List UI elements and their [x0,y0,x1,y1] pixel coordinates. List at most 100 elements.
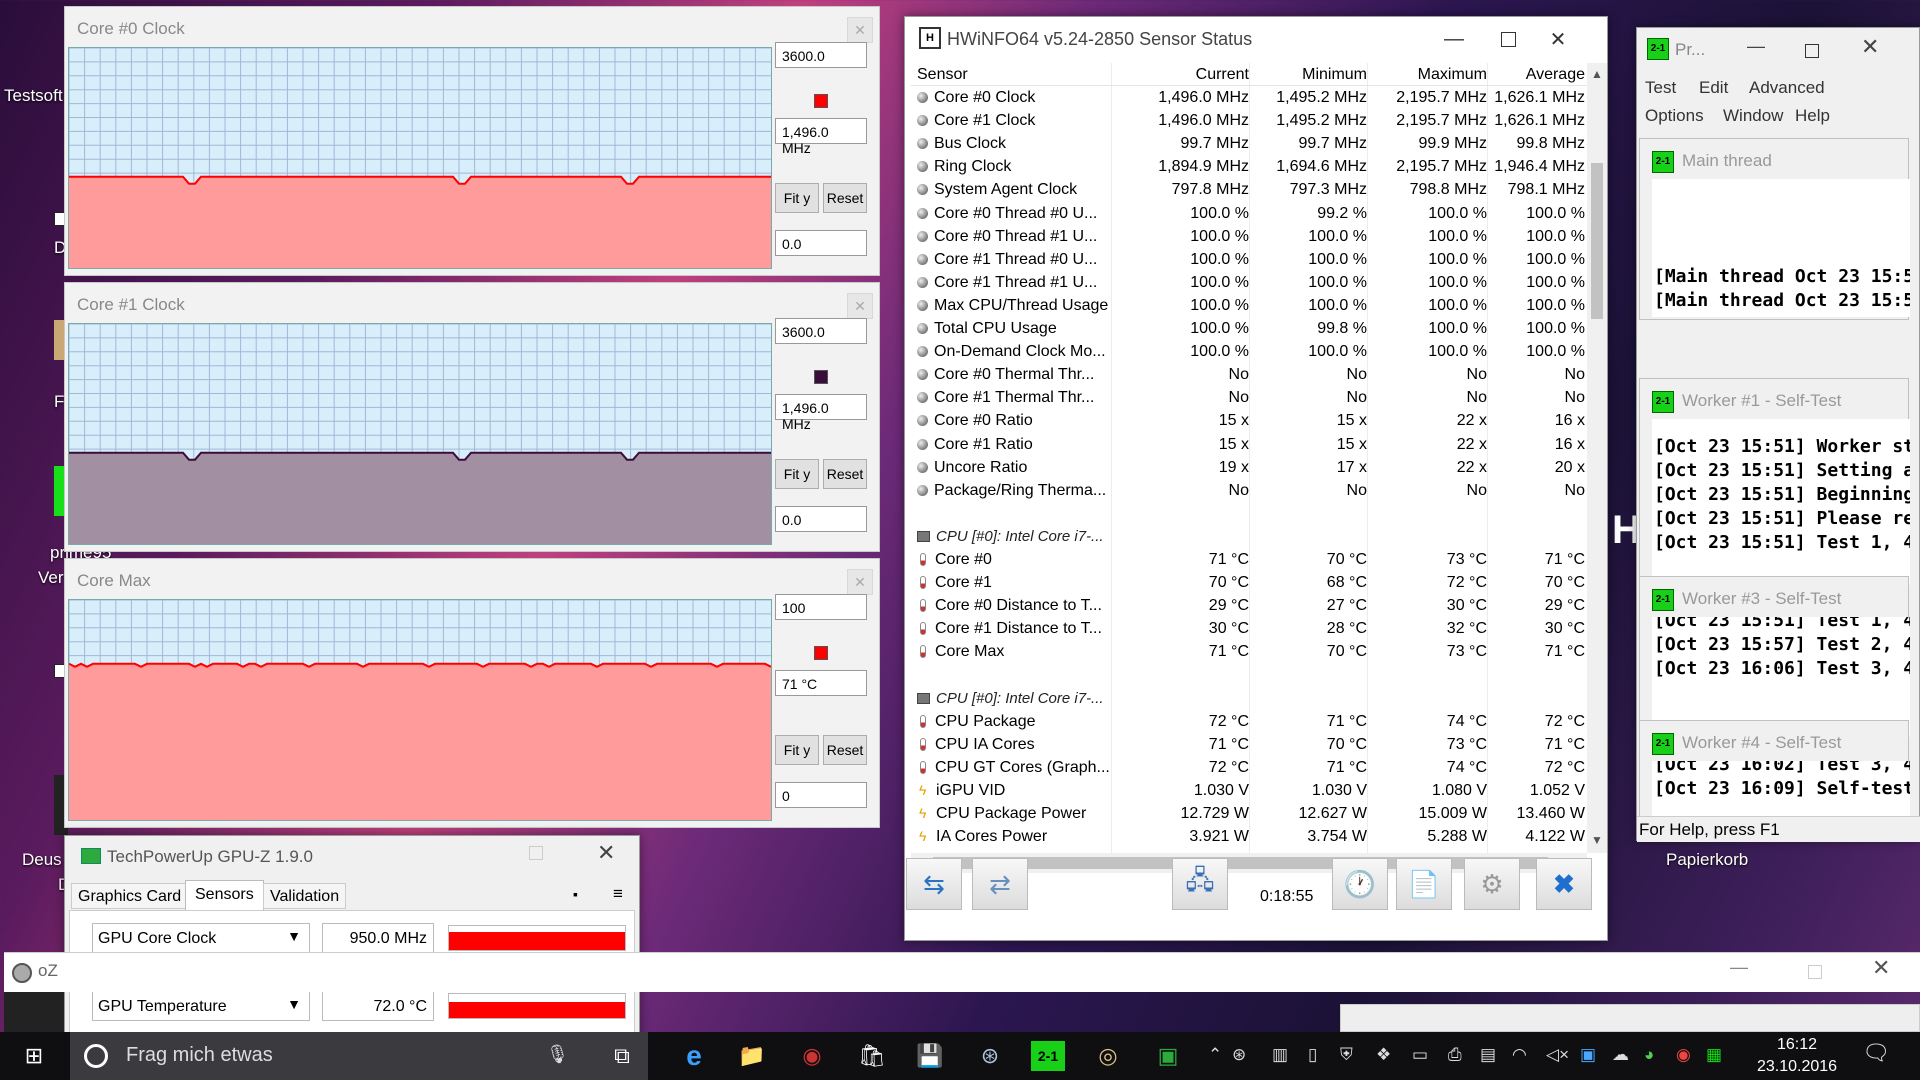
sensor-group-header[interactable]: CPU [#0]: Intel Core i7-... [911,687,1587,710]
sensor-row[interactable]: Core #0 Thread #0 U... 100.0 % 99.2 % 10… [911,202,1587,225]
scroll-down-icon[interactable]: ▼ [1591,833,1603,847]
search-placeholder[interactable]: Frag mich etwas [126,1044,273,1067]
tray-chrome-icon[interactable]: ◉ [1676,1045,1691,1065]
desktop-label-testsoft[interactable]: Testsoft [4,86,63,106]
asus-icon[interactable]: ◉ [792,1036,832,1076]
p95-minimize-button[interactable]: — [1747,36,1765,57]
hwinfo-titlebar[interactable]: H HWiNFO64 v5.24-2850 Sensor Status — ✕ [905,17,1607,61]
fit-y-button[interactable]: Fit y [775,735,819,765]
sensor-row[interactable]: Core #1 Thread #0 U... 100.0 % 100.0 % 1… [911,248,1587,271]
sensor-row[interactable]: CPU Package 72 °C 71 °C 74 °C 72 °C [911,710,1587,733]
graph-close-button[interactable]: ✕ [847,569,873,595]
tray-app-icon[interactable]: ▥ [1272,1045,1288,1065]
tray-dock-icon[interactable]: ▤ [1480,1045,1496,1065]
sensor-select[interactable]: GPU Temperature ▼ [92,991,310,1021]
sensor-row[interactable]: ϟ iGPU VID 1.030 V 1.030 V 1.080 V 1.052 … [911,779,1587,802]
close-sensors-button[interactable]: ✖ [1536,858,1592,910]
reset-button[interactable]: Reset [823,183,867,213]
sensor-table[interactable]: Sensor Current Minimum Maximum Average C… [911,63,1587,853]
bottom-window[interactable]: oZ — ✕ [4,952,1920,992]
network-sensors-button[interactable]: 🖧 [1172,858,1228,910]
col-minimum[interactable]: Minimum [1249,66,1367,84]
tab-validation[interactable]: Validation [263,883,347,909]
sensor-row[interactable]: Core #0 Ratio 15 x 15 x 22 x 16 x [911,409,1587,432]
tray-shield-icon[interactable]: ⛨ [1340,1045,1353,1065]
graph-window[interactable]: Core #0 Clock ✕ 3600.0 1,496.0 MHz Fit y… [64,6,880,276]
sensor-row[interactable]: Core #0 Distance to T... 29 °C 27 °C 30 … [911,594,1587,617]
minimize-button[interactable]: — [1431,23,1477,55]
sensor-row[interactable]: Core #0 Thermal Thr... No No No No [911,363,1587,386]
gpuz-close-button[interactable]: ✕ [597,840,615,866]
prime95-taskbar-icon[interactable]: 2-1 [1028,1036,1068,1076]
logging-button[interactable]: 📄 [1396,858,1452,910]
tray-printer-icon[interactable]: ⎙ [1448,1045,1462,1065]
sensor-row[interactable]: Total CPU Usage 100.0 % 99.8 % 100.0 % 1… [911,317,1587,340]
sensor-row[interactable]: CPU IA Cores 71 °C 70 °C 73 °C 71 °C [911,733,1587,756]
col-average[interactable]: Average [1487,66,1585,84]
tray-battery-icon[interactable]: ▭ [1412,1045,1428,1065]
sensor-row[interactable]: CPU GT Cores (Graph... 72 °C 71 °C 74 °C… [911,756,1587,779]
sensor-row[interactable]: Core #1 Clock 1,496.0 MHz 1,495.2 MHz 2,… [911,109,1587,132]
fit-y-button[interactable]: Fit y [775,459,819,489]
graph-max-input[interactable]: 3600.0 [775,42,867,68]
gpuz-sensor-row[interactable]: GPU Core Clock ▼ 950.0 MHz [92,923,626,953]
menu-icon[interactable]: ≡ [613,884,623,904]
bottom-maximize-button[interactable] [1808,965,1822,979]
expand-arrows-button[interactable]: ⇆ [906,858,962,910]
graph-window[interactable]: Core #1 Clock ✕ 3600.0 1,496.0 MHz Fit y… [64,282,880,552]
close-button[interactable]: ✕ [1535,23,1581,55]
graph-min-input[interactable]: 0.0 [775,230,867,256]
vertical-scrollbar[interactable]: ▲ ▼ [1587,63,1607,853]
scroll-thumb[interactable] [1591,163,1603,319]
steam-icon[interactable]: ⊛ [970,1036,1010,1076]
bottom-minimize-button[interactable]: — [1730,957,1748,978]
clock-date[interactable]: 23.10.2016 [1744,1058,1850,1076]
reset-button[interactable]: Reset [823,459,867,489]
maximize-button[interactable] [1485,23,1531,55]
desktop-label-f[interactable]: F [54,392,64,412]
menu-advanced[interactable]: Advanced [1749,78,1825,98]
graph-min-input[interactable]: 0 [775,782,867,808]
sensor-row[interactable]: Core #0 Thread #1 U... 100.0 % 100.0 % 1… [911,225,1587,248]
sensor-row[interactable]: Ring Clock 1,894.9 MHz 1,694.6 MHz 2,195… [911,155,1587,178]
prime95-child-window[interactable]: 2-1 Main thread [Main thread Oct 23 15:5… [1639,138,1910,320]
gpuz-taskbar-icon[interactable]: ▣ [1148,1036,1188,1076]
sensor-select[interactable]: GPU Core Clock ▼ [92,923,310,953]
sensor-row[interactable]: ϟ CPU Package Power 12.729 W 12.627 W 15.… [911,802,1587,825]
col-current[interactable]: Current [1111,66,1249,84]
tray-prime95-icon[interactable]: ▦ [1706,1045,1722,1065]
menu-help[interactable]: Help [1795,106,1830,126]
settings-gear-button[interactable]: ⚙ [1464,858,1520,910]
sensor-row[interactable]: Max CPU/Thread Usage 100.0 % 100.0 % 100… [911,294,1587,317]
cortana-search-box[interactable]: Frag mich etwas 🎙 [70,1032,648,1080]
tray-steam-icon[interactable]: ⊛ [1232,1045,1246,1065]
start-windows-icon[interactable]: ⊞ [14,1036,54,1076]
menu-edit[interactable]: Edit [1699,78,1728,98]
hwinfo-window[interactable]: H HWiNFO64 v5.24-2850 Sensor Status — ✕ … [904,16,1608,941]
desktop-label-deus[interactable]: Deus [22,850,62,870]
graph-max-input[interactable]: 3600.0 [775,318,867,344]
tray-overflow-chevron-icon[interactable]: ⌃ [1208,1045,1222,1065]
p95-maximize-button[interactable] [1805,44,1819,58]
p95-close-button[interactable]: ✕ [1861,34,1879,60]
sensor-row[interactable]: Bus Clock 99.7 MHz 99.7 MHz 99.9 MHz 99.… [911,132,1587,155]
scroll-up-icon[interactable]: ▲ [1591,67,1603,81]
sensor-row[interactable]: Uncore Ratio 19 x 17 x 22 x 20 x [911,456,1587,479]
col-sensor[interactable]: Sensor [917,66,1117,84]
sensor-row[interactable]: ϟ IA Cores Power 3.921 W 3.754 W 5.288 W … [911,825,1587,848]
store-icon[interactable]: 🛍 [852,1036,892,1076]
graph-color-swatch[interactable] [814,94,828,108]
tray-dropbox-icon[interactable]: ❖ [1376,1045,1391,1065]
desktop-label-papierkorb[interactable]: Papierkorb [1666,850,1748,870]
tray-usb-icon[interactable]: ▯ [1308,1045,1317,1065]
menu-window[interactable]: Window [1723,106,1783,126]
graph-color-swatch[interactable] [814,370,828,384]
camera-icon[interactable]: ▪ [573,886,578,902]
graph-window[interactable]: Core Max ✕ 100 71 °C Fit y Reset 0 [64,558,880,828]
sensor-row[interactable]: On-Demand Clock Mo... 100.0 % 100.0 % 10… [911,340,1587,363]
tray-green-icon[interactable]: ◕ [1644,1045,1654,1065]
gpuz-maximize-button[interactable] [529,846,543,860]
bottom-close-button[interactable]: ✕ [1872,955,1890,981]
sensor-row[interactable]: Core #1 Thread #1 U... 100.0 % 100.0 % 1… [911,271,1587,294]
sensor-row[interactable]: Core #0 Clock 1,496.0 MHz 1,495.2 MHz 2,… [911,86,1587,109]
